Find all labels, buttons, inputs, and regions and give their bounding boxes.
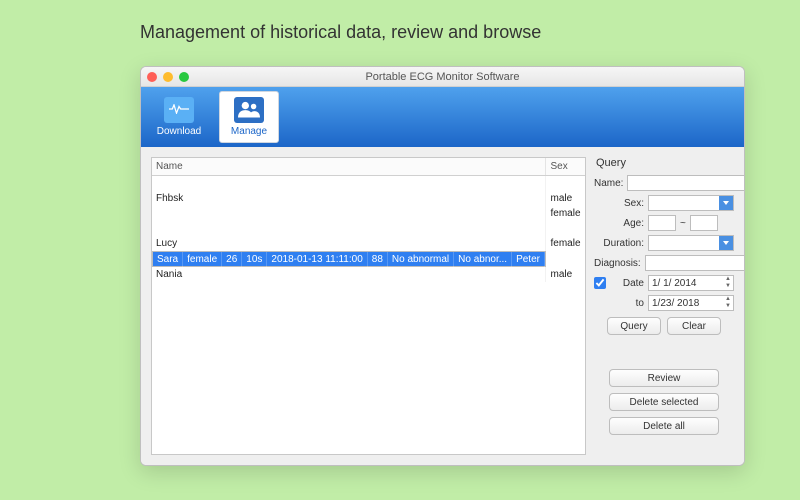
age-label: Age: xyxy=(594,218,644,229)
manage-icon xyxy=(234,97,264,123)
query-panel: Query Name: Sex: Age: ~ Duration: Diagno… xyxy=(594,157,734,455)
table-row[interactable]: Lucyfemale2610s2018-01-13 11:11:3088No a… xyxy=(152,236,586,251)
query-button[interactable]: Query xyxy=(607,317,661,335)
table-row[interactable]: female3115s2018-01-18 11:28:3169No abnor… xyxy=(152,206,586,221)
age-from-input[interactable] xyxy=(648,215,676,231)
col-header[interactable]: Sex xyxy=(546,158,585,176)
table-row[interactable]: 30s2018-01-22 15:08:4596No abnormal xyxy=(152,176,586,192)
name-label: Name: xyxy=(594,178,623,189)
download-tab[interactable]: Download xyxy=(149,91,209,143)
age-sep: ~ xyxy=(680,218,686,229)
sex-select[interactable] xyxy=(648,195,734,211)
review-button[interactable]: Review xyxy=(609,369,719,387)
delete-selected-button[interactable]: Delete selected xyxy=(609,393,719,411)
app-window: Portable ECG Monitor Software Download M… xyxy=(140,66,745,466)
duration-label: Duration: xyxy=(594,238,644,249)
col-header[interactable]: Age xyxy=(585,158,586,176)
clear-button[interactable]: Clear xyxy=(667,317,721,335)
to-label: to xyxy=(594,298,644,309)
date-from-input[interactable]: 1/ 1/ 2014 ▲▼ xyxy=(648,275,734,291)
stepper-icon[interactable]: ▲▼ xyxy=(723,296,733,310)
table-row[interactable]: Naniamale2610s2018-01-12 16:10:33101Tach… xyxy=(152,267,586,282)
duration-select[interactable] xyxy=(648,235,734,251)
table-row[interactable]: Sarafemale2610s2018-01-13 11:11:0088No a… xyxy=(152,251,546,267)
sex-label: Sex: xyxy=(594,198,644,209)
manage-label: Manage xyxy=(231,126,267,137)
age-to-input[interactable] xyxy=(690,215,718,231)
manage-tab[interactable]: Manage xyxy=(219,91,279,143)
date-label: Date xyxy=(610,278,644,289)
page-caption: Management of historical data, review an… xyxy=(0,0,800,43)
stepper-icon[interactable]: ▲▼ xyxy=(723,276,733,290)
toolbar: Download Manage xyxy=(141,87,744,147)
table-row[interactable]: 15s2018-01-18 11:28:0290No abnormal xyxy=(152,221,586,236)
date-checkbox[interactable] xyxy=(594,277,606,289)
diagnosis-input[interactable] xyxy=(645,255,745,271)
chevron-down-icon xyxy=(719,196,733,210)
diagnosis-label: Diagnosis: xyxy=(594,258,641,269)
window-title: Portable ECG Monitor Software xyxy=(141,71,744,83)
name-input[interactable] xyxy=(627,175,745,191)
titlebar: Portable ECG Monitor Software xyxy=(141,67,744,87)
delete-all-button[interactable]: Delete all xyxy=(609,417,719,435)
download-icon xyxy=(164,97,194,123)
data-table: NameSexAgeDurationCheck timeHRFeatureDia… xyxy=(151,157,586,455)
col-header[interactable]: Name xyxy=(152,158,546,176)
date-to-input[interactable]: 1/23/ 2018 ▲▼ xyxy=(648,295,734,311)
table-row[interactable]: Fhbskmale5030s2018-01-22 08:23:4997Accid… xyxy=(152,191,586,206)
content-area: NameSexAgeDurationCheck timeHRFeatureDia… xyxy=(141,147,744,465)
download-label: Download xyxy=(157,126,201,137)
chevron-down-icon xyxy=(719,236,733,250)
query-title: Query xyxy=(594,157,734,169)
